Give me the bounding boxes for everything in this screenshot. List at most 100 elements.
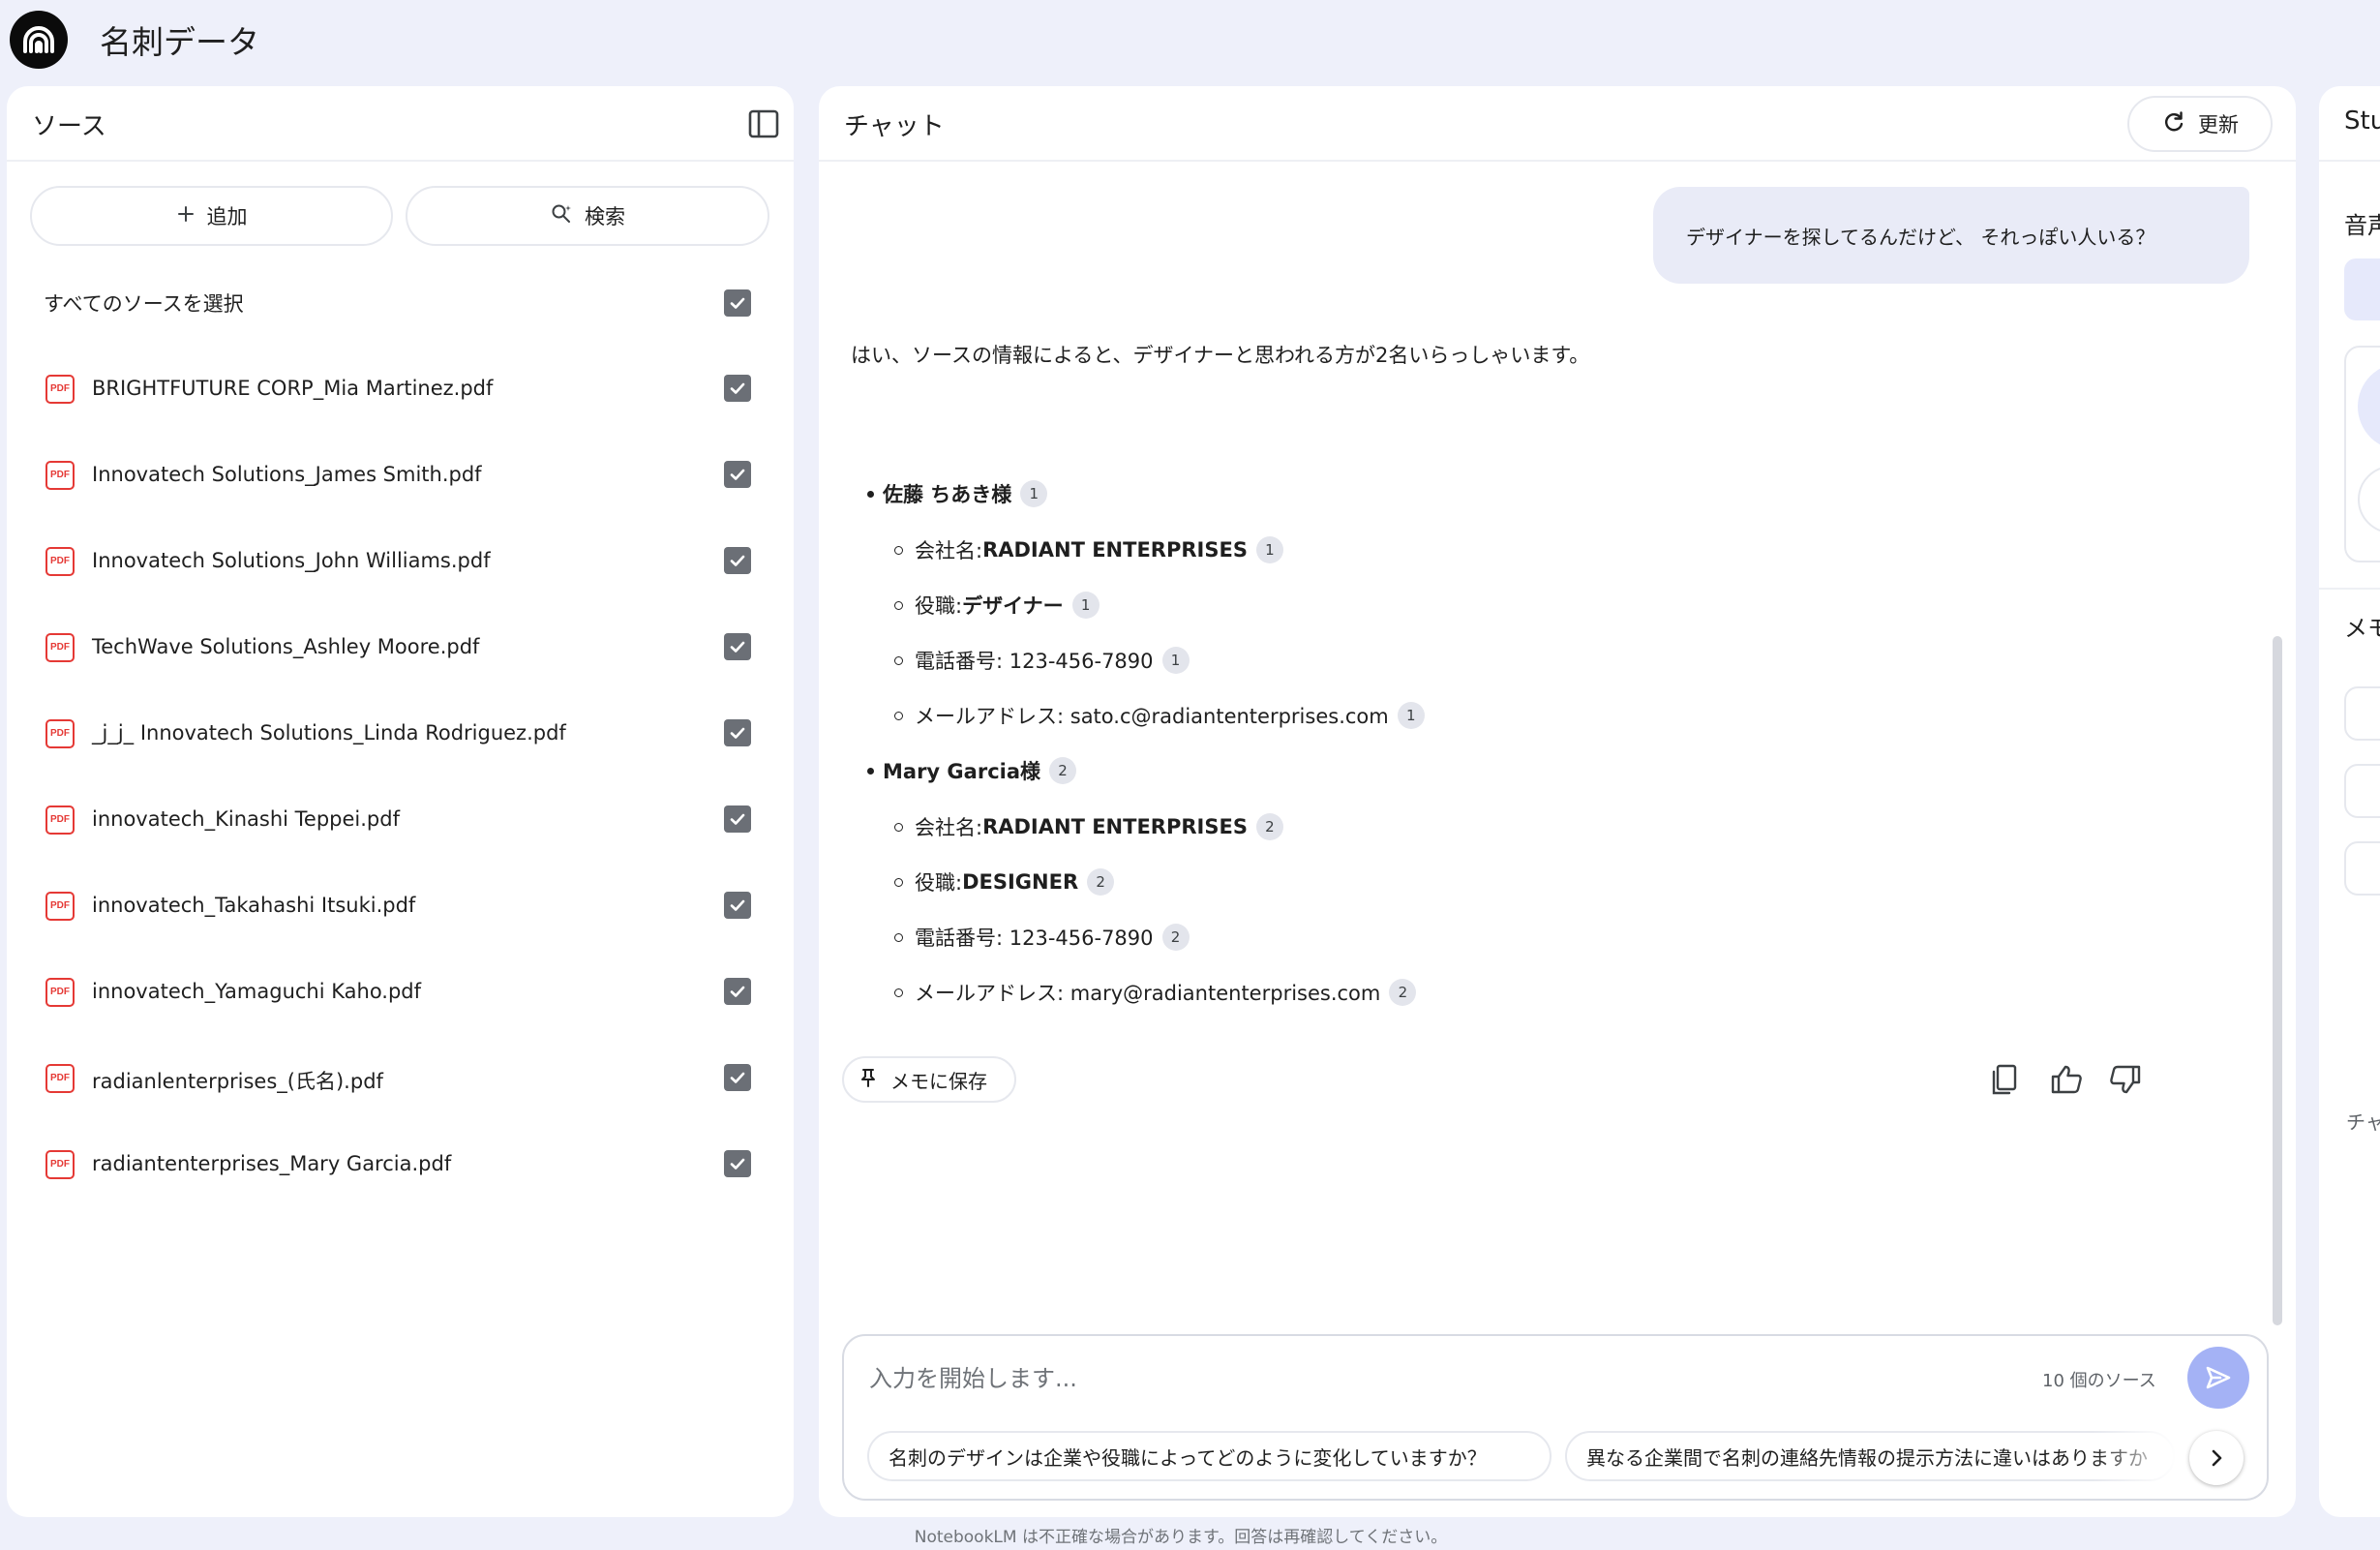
refresh-button[interactable]: 更新 [2127,96,2273,152]
sub-bullet-icon [894,545,903,555]
check-icon [730,1072,745,1083]
source-checkbox[interactable] [724,1150,751,1177]
check-icon [730,899,745,911]
memo-action-button[interactable] [2344,686,2380,741]
memo-action-button[interactable] [2344,764,2380,818]
source-name: innovatech_Yamaguchi Kaho.pdf [92,980,422,1003]
citation-badge[interactable]: 1 [1071,592,1100,619]
save-to-note-label: メモに保存 [890,1069,987,1093]
memo-label: メモ [2344,615,2380,642]
suggestion-chip[interactable]: 名刺のデザインは企業や役職によってどのように変化していますか？ [867,1431,1552,1481]
source-checkbox[interactable] [724,978,751,1005]
answer-intro: はい、ソースの情報によると、デザイナーと思われる方が2名いらっしゃいます。 [851,344,1590,367]
studio-panel: Studio 音声 メモ チャ [2319,86,2380,1517]
source-checkbox[interactable] [724,892,751,919]
chevron-right-icon[interactable] [2189,1431,2244,1485]
person-2-phone: 電話番号: 123-456-7890 [915,927,1154,950]
person-2-role-line: 役職: DESIGNER 2 [894,867,1115,897]
copy-icon[interactable] [1984,1058,2027,1101]
bullet-icon [867,767,874,775]
sub-bullet-icon [894,600,903,610]
source-item[interactable]: PDF _j_j_ Innovatech Solutions_Linda Rodr… [7,700,794,768]
sub-bullet-icon [894,988,903,997]
company-label: 会社名: [915,539,983,562]
citation-badge[interactable]: 1 [1161,647,1190,674]
source-checkbox[interactable] [724,375,751,402]
audio-customize-chip[interactable] [2344,258,2380,320]
chip-fade [2093,1429,2199,1483]
role-label: 役職: [915,871,963,895]
citation-badge[interactable]: 1 [1397,702,1425,729]
source-name: innovatech_Kinashi Teppei.pdf [92,807,400,831]
source-checkbox[interactable] [724,461,751,488]
chat-scrollbar[interactable] [2273,636,2282,1325]
person-1-company: RADIANT ENTERPRISES [982,538,1248,562]
source-item[interactable]: PDF radiantenterprises_Mary Garcia.pdf [7,1131,794,1199]
source-item[interactable]: PDF radianlenterprises_(氏名).pdf [7,1045,794,1112]
sub-bullet-icon [894,932,903,942]
send-button[interactable] [2187,1347,2249,1409]
refresh-icon [2161,109,2186,139]
studio-divider [2319,588,2380,590]
citation-badge[interactable]: 2 [1049,757,1077,784]
studio-hint: チャ [2346,1110,2380,1134]
pdf-file-icon: PDF [45,633,75,662]
source-item[interactable]: PDF Innovatech Solutions_John Williams.pd… [7,528,794,595]
source-name: innovatech_Takahashi Itsuki.pdf [92,894,416,917]
send-icon [2206,1366,2231,1389]
check-icon [730,469,745,480]
notebook-title[interactable]: 名刺データ [100,16,259,63]
source-checkbox[interactable] [724,719,751,746]
person-2-role: DESIGNER [962,870,1079,894]
chat-panel: チャット 更新 デザイナーを探してるんだけど、 それっぽい人いる？ はい、ソース… [819,86,2296,1517]
save-to-note-button[interactable]: メモに保存 [842,1056,1016,1103]
check-icon [730,555,745,566]
suggestion-chip[interactable]: 異なる企業間で名刺の連絡先情報の提示方法に違いはありますか [1565,1431,2175,1481]
chat-input[interactable] [869,1357,1934,1400]
company-label: 会社名: [915,816,983,839]
sub-bullet-icon [894,877,903,887]
disclaimer-text: NotebookLM は不正確な場合があります。回答は再確認してください。 [914,1528,1448,1547]
memo-action-button[interactable] [2344,841,2380,896]
source-item[interactable]: PDF innovatech_Kinashi Teppei.pdf [7,786,794,854]
person-2-company: RADIANT ENTERPRISES [982,815,1248,838]
pdf-file-icon: PDF [45,978,75,1007]
notebooklm-logo-icon[interactable] [10,11,68,69]
pdf-file-icon: PDF [45,375,75,404]
source-count: 10 個のソース [2042,1371,2156,1391]
pin-icon [858,1067,879,1093]
source-checkbox[interactable] [724,547,751,574]
source-checkbox[interactable] [724,805,751,833]
source-item[interactable]: PDF innovatech_Takahashi Itsuki.pdf [7,872,794,940]
pdf-file-icon: PDF [45,719,75,748]
thumbs-down-icon[interactable] [2104,1058,2147,1101]
source-item[interactable]: PDF Innovatech Solutions_James Smith.pdf [7,441,794,509]
check-icon [730,727,745,739]
person-2-email-line: メールアドレス: mary@radiantenterprises.com 2 [894,978,1417,1007]
source-name: BRIGHTFUTURE CORP_Mia Martinez.pdf [92,377,494,400]
person-2-company-line: 会社名: RADIANT ENTERPRISES 2 [894,812,1283,841]
bullet-icon [867,490,874,498]
source-name: Innovatech Solutions_James Smith.pdf [92,463,482,486]
citation-badge[interactable]: 2 [1389,979,1417,1006]
citation-badge[interactable]: 2 [1161,924,1190,951]
citation-badge[interactable]: 2 [1255,813,1283,840]
source-name: radiantenterprises_Mary Garcia.pdf [92,1152,452,1175]
citation-badge[interactable]: 2 [1087,868,1115,896]
person-2-name: Mary Garcia様 [883,760,1041,783]
source-checkbox[interactable] [724,1064,751,1091]
person-1-role: デザイナー [962,594,1064,618]
source-name: _j_j_ Innovatech Solutions_Linda Rodrigu… [92,721,566,745]
studio-title: Studio [2344,106,2380,136]
citation-badge[interactable]: 1 [1255,536,1283,563]
pdf-file-icon: PDF [45,892,75,921]
citation-badge[interactable]: 1 [1020,480,1048,507]
source-item[interactable]: PDF TechWave Solutions_Ashley Moore.pdf [7,614,794,682]
person-2-name-line: Mary Garcia様 2 [867,756,1077,785]
source-item[interactable]: PDF BRIGHTFUTURE CORP_Mia Martinez.pdf [7,355,794,423]
source-item[interactable]: PDF innovatech_Yamaguchi Kaho.pdf [7,958,794,1026]
source-checkbox[interactable] [724,633,751,660]
check-icon [730,813,745,825]
role-label: 役職: [915,594,963,618]
thumbs-up-icon[interactable] [2045,1058,2088,1101]
